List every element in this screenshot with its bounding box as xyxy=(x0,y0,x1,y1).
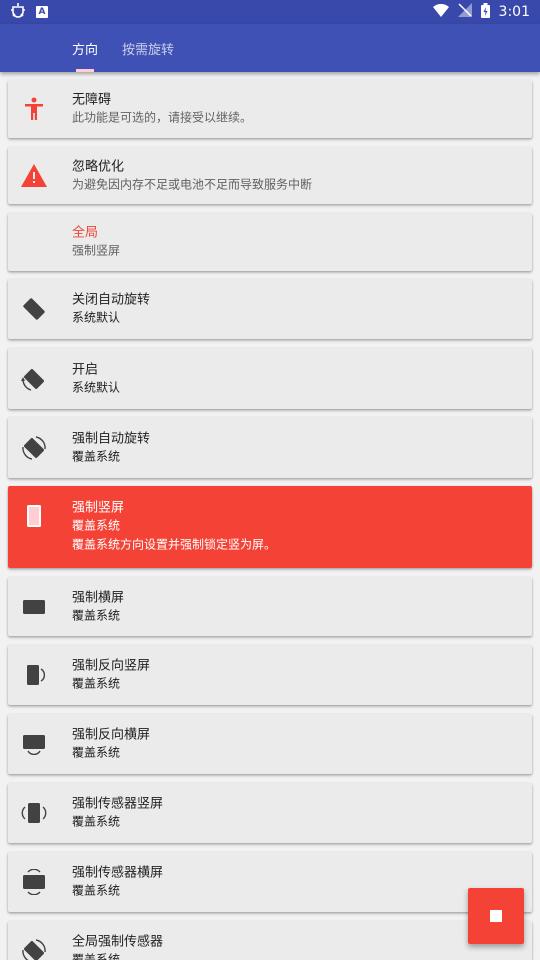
item-subtitle: 此功能是可选的，请接受以继续。 xyxy=(72,110,253,125)
item-description: 覆盖系统方向设置并强制锁定竖为屏。 xyxy=(72,537,277,552)
item-subtitle: 覆盖系统 xyxy=(72,745,121,760)
item-title: 强制竖屏 xyxy=(72,500,125,516)
portrait-icon xyxy=(20,502,48,530)
item-title: 全局 xyxy=(72,225,99,241)
list-item-force-sensor-landscape[interactable]: 强制传感器横屏 覆盖系统 xyxy=(8,852,532,912)
item-subtitle: 覆盖系统 xyxy=(72,883,121,898)
list-item-force-portrait[interactable]: 强制竖屏 覆盖系统 覆盖系统方向设置并强制锁定竖为屏。 xyxy=(8,486,532,568)
item-title: 强制自动旋转 xyxy=(72,431,151,446)
list-item-accessibility[interactable]: 无障碍 此功能是可选的，请接受以继续。 xyxy=(8,80,532,138)
landscape-icon xyxy=(20,593,48,621)
item-title: 强制传感器竖屏 xyxy=(72,796,164,812)
bug-icon xyxy=(10,2,26,22)
list-item-rotate-off[interactable]: 关闭自动旋转 系统默认 xyxy=(8,279,532,339)
reverse-portrait-icon xyxy=(20,661,48,689)
text-a-icon: A xyxy=(36,6,48,18)
item-subtitle: 系统默认 xyxy=(72,310,121,325)
item-title: 忽略优化 xyxy=(72,159,125,174)
list-item-force-reverse-portrait[interactable]: 强制反向竖屏 覆盖系统 xyxy=(8,645,532,705)
global-sensor-icon xyxy=(20,937,48,960)
list-item-enable[interactable]: 开启 系统默认 xyxy=(8,348,532,409)
tab-rotate-on-demand[interactable]: 按需旋转 xyxy=(122,24,174,72)
stop-service-button[interactable] xyxy=(468,888,524,944)
sensor-portrait-icon xyxy=(20,799,48,827)
item-subtitle: 覆盖系统 xyxy=(72,814,121,829)
accessibility-icon xyxy=(20,95,48,123)
item-title: 强制传感器横屏 xyxy=(72,865,164,881)
list-item-force-auto-rotate[interactable]: 强制自动旋转 覆盖系统 xyxy=(8,417,532,478)
clock: 3:01 xyxy=(498,4,530,20)
rotate-off-icon xyxy=(20,295,48,323)
item-title: 强制反向竖屏 xyxy=(72,658,151,674)
top-app-bar: 方向 按需旋转 xyxy=(0,24,540,72)
sensor-landscape-icon xyxy=(20,868,48,896)
item-title: 全局强制传感器 xyxy=(72,934,164,950)
status-bar: A 3:01 xyxy=(0,0,540,24)
item-subtitle: 为避免因内存不足或电池不足而导致服务中断 xyxy=(72,177,313,191)
reverse-landscape-icon xyxy=(20,730,48,758)
no-signal-icon xyxy=(457,3,472,21)
stop-icon xyxy=(490,910,502,922)
tab-direction[interactable]: 方向 xyxy=(72,24,98,72)
list-item-global-force-sensor[interactable]: 全局强制传感器 覆盖系统 xyxy=(8,921,532,960)
item-subtitle: 强制竖屏 xyxy=(72,243,121,258)
item-subtitle: 覆盖系统 xyxy=(72,449,121,463)
list-item-force-landscape[interactable]: 强制横屏 覆盖系统 xyxy=(8,577,532,636)
rotate-icon xyxy=(20,365,48,393)
item-title: 开启 xyxy=(72,362,99,377)
item-title: 关闭自动旋转 xyxy=(72,292,151,308)
list-item-ignore-optimization[interactable]: 忽略优化 为避免因内存不足或电池不足而导致服务中断 xyxy=(8,147,532,204)
battery-charging-icon xyxy=(480,2,490,22)
warning-icon xyxy=(20,162,48,190)
item-subtitle: 覆盖系统 xyxy=(72,608,121,622)
tab-indicator xyxy=(76,69,94,72)
item-title: 强制反向横屏 xyxy=(72,727,151,743)
item-title: 强制横屏 xyxy=(72,590,125,605)
item-subtitle: 覆盖系统 xyxy=(72,952,121,960)
list-item-force-sensor-portrait[interactable]: 强制传感器竖屏 覆盖系统 xyxy=(8,783,532,843)
item-subtitle: 覆盖系统 xyxy=(72,676,121,691)
item-title: 无障碍 xyxy=(72,92,112,108)
list-item-force-reverse-landscape[interactable]: 强制反向横屏 覆盖系统 xyxy=(8,714,532,774)
force-rotate-icon xyxy=(20,434,48,462)
item-subtitle: 覆盖系统 xyxy=(72,518,121,533)
wifi-icon xyxy=(432,3,449,21)
item-subtitle: 系统默认 xyxy=(72,380,121,394)
list-item-global[interactable]: 全局 强制竖屏 xyxy=(8,213,532,271)
